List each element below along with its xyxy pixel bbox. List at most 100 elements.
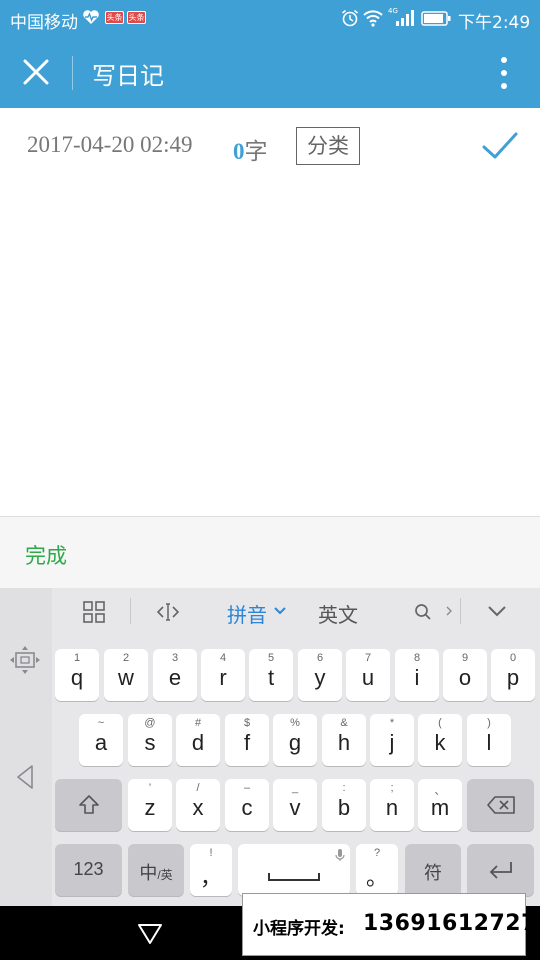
collapse-keyboard-icon[interactable] [486,604,508,618]
key-i[interactable]: 8i [395,649,439,701]
carrier-name: 中国移动 [10,13,78,33]
key-sub-label: 3 [171,652,179,664]
key-k[interactable]: (k [418,714,462,766]
watermark-label: 小程序开发: [253,919,345,939]
alarm-icon [341,9,359,27]
key-b[interactable]: :b [322,779,366,831]
key-d[interactable]: # d [176,714,220,766]
key-sub-label: ? [373,847,381,859]
key-e[interactable]: 3e [153,649,197,701]
key-sub-label: 6 [316,652,324,664]
key-sub-label: @ [144,717,156,729]
key-sub-label: % [290,717,300,729]
diary-date: 2017-04-20 02:49 [27,132,193,157]
key-sub-label: ! [209,847,213,859]
period-key[interactable]: ?。 [356,844,398,896]
key-sub-label: $ [243,717,251,729]
key-n[interactable]: ; n [370,779,414,831]
keyboard-toolbar: 拼音 英文 [52,588,540,636]
key-sub-label: ~ [97,717,105,729]
word-count-unit: 字 [244,139,268,165]
backspace-icon [486,796,515,814]
key-label: b [337,795,351,820]
signal-icon [396,10,414,26]
comma-key[interactable]: !， [190,844,232,896]
pinyin-mode-tab[interactable]: 拼音 [227,599,267,628]
watermark-banner: 小程序开发: 13691612727 [242,893,536,956]
clock: 下午2:49 [458,13,531,33]
enter-key[interactable] [467,844,534,896]
toolbar-divider [460,598,461,624]
key-x[interactable]: / x [176,779,220,831]
key-m[interactable]: 、 m [418,779,462,831]
news-badge: 头条 [127,11,146,24]
key-label: n [385,795,399,820]
chevron-down-icon[interactable] [273,605,287,617]
chevron-right-icon[interactable] [445,605,453,617]
key-c[interactable]: – c [225,779,269,831]
enter-icon [489,862,512,879]
news-badge: 头条 [105,11,124,24]
shift-key[interactable] [55,779,122,831]
key-label: h [337,730,351,755]
key-w[interactable]: 2w [104,649,148,701]
space-key[interactable] [238,844,350,896]
key-g[interactable]: % g [273,714,317,766]
key-a[interactable]: ~ a [79,714,123,766]
key-l[interactable]: ) l [467,714,511,766]
key-v[interactable]: _ v [273,779,317,831]
key-p[interactable]: 0p [491,649,535,701]
key-o[interactable]: 9o [443,649,487,701]
key-label: j [389,730,395,755]
app-bar: 写日记 [0,36,540,108]
key-r[interactable]: 4r [201,649,245,701]
key-z[interactable]: ’ z [128,779,172,831]
grid-menu-icon[interactable] [83,601,105,623]
back-triangle-icon[interactable] [137,920,163,946]
wifi-icon [363,10,383,27]
key-sub-label: _ [291,782,299,794]
key-q[interactable]: 1q [55,649,99,701]
key-t[interactable]: 5t [249,649,293,701]
english-mode-tab[interactable]: 英文 [318,599,358,628]
key-j[interactable]: * j [370,714,414,766]
category-button[interactable]: 分类 [296,127,360,165]
key-y[interactable]: 6y [298,649,342,701]
text-cursor-icon[interactable] [156,602,180,622]
key-s[interactable]: @ s [128,714,172,766]
done-button[interactable]: 完成 [25,540,67,570]
key-label: c [241,795,253,820]
battery-icon [421,11,451,26]
key-label: a [94,730,108,755]
input-accessory-bar: 完成 [0,516,540,588]
move-keyboard-icon[interactable] [9,645,41,675]
key-label: f [243,730,251,755]
key-label: p [506,665,520,690]
cursor-left-icon[interactable] [15,764,35,790]
key-sub-label: 1 [73,652,81,664]
checkmark-icon[interactable] [481,130,519,162]
key-sub-label: 0 [509,652,517,664]
key-label: u [361,665,375,690]
backspace-key[interactable] [467,779,534,831]
more-vertical-icon[interactable] [494,56,514,90]
space-bar-icon [268,873,320,881]
key-label: e [168,665,182,690]
close-icon[interactable] [22,58,50,86]
key-sub-label: * [389,717,395,729]
numbers-key[interactable]: 123 [55,844,122,896]
key-label: o [458,665,472,690]
key-f[interactable]: $ f [225,714,269,766]
key-label: g [288,730,302,755]
key-sub-label: 4 [219,652,227,664]
key-label: v [289,795,301,820]
key-sub-label: # [194,717,202,729]
word-count: 0字 [233,132,268,166]
symbols-key[interactable]: 符 [405,844,461,896]
search-icon[interactable] [414,603,432,621]
key-u[interactable]: 7u [346,649,390,701]
key-sub-label: ( [438,717,442,729]
diary-editor[interactable] [0,184,540,516]
key-h[interactable]: & h [322,714,366,766]
language-switch-key[interactable]: 中/英 [128,844,184,896]
